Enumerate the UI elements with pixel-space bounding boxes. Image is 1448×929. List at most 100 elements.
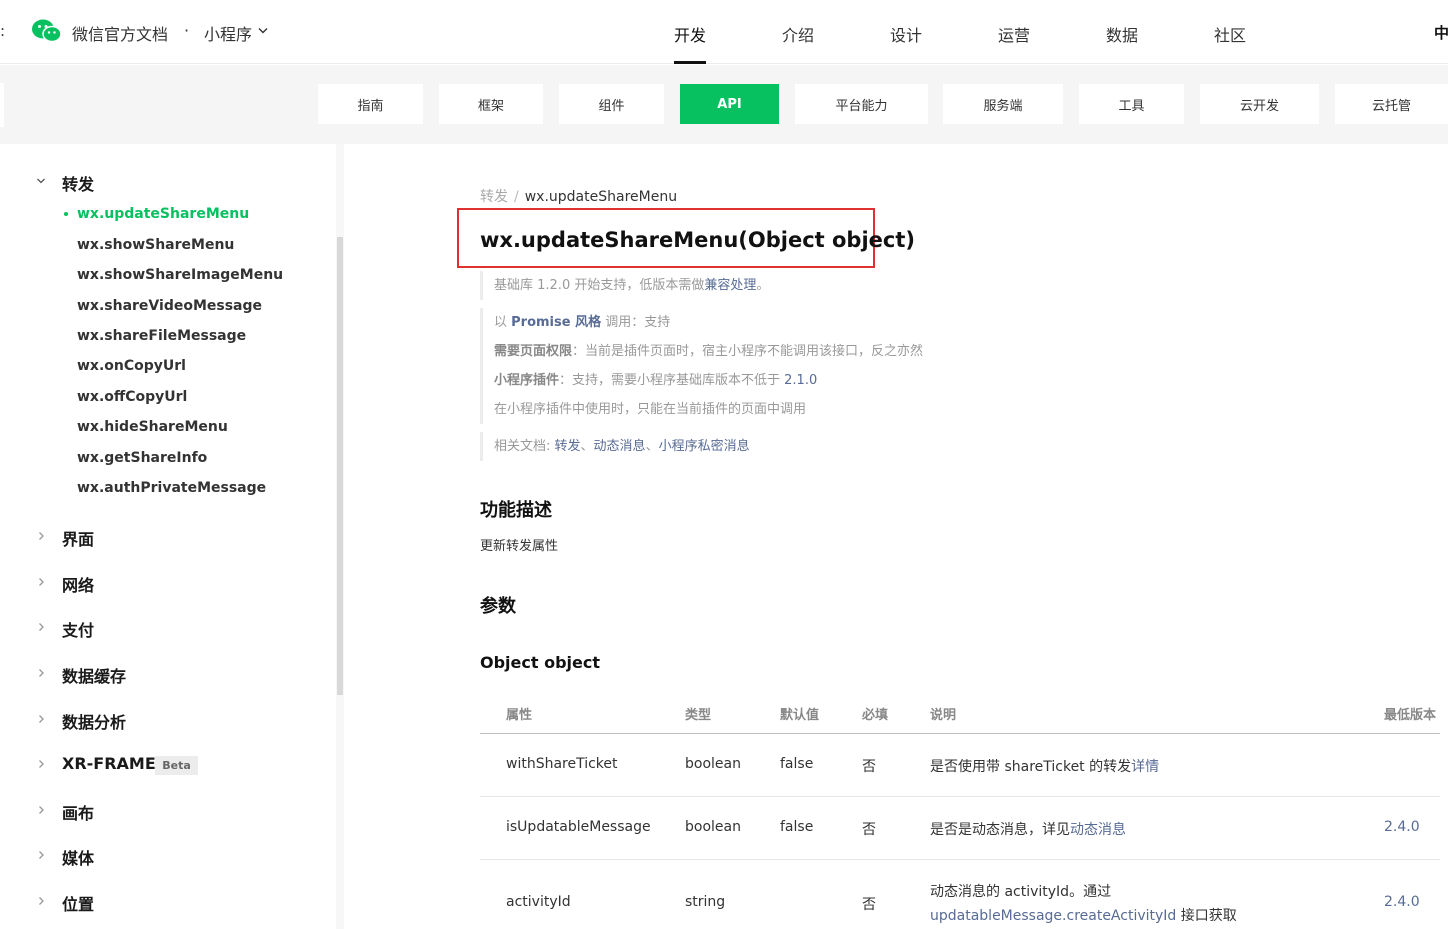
cell-name: isUpdatableMessage <box>506 819 651 835</box>
sidebar-item-show-share-image-menu[interactable]: wx.showShareImageMenu <box>77 267 283 283</box>
chevron-right-icon[interactable] <box>36 714 46 724</box>
cell-description: 动态消息的 activityId。通过 <box>930 881 1111 901</box>
cell-required: 否 <box>862 759 876 775</box>
subtab-cloud-hosting[interactable]: 云托管 <box>1335 84 1448 124</box>
sidebar-group-location[interactable]: 位置 <box>62 891 94 915</box>
chevron-right-icon[interactable] <box>36 668 46 678</box>
capability-note: 以 Promise 风格 调用：支持 需要页面权限：当前是插件页面时，宿主小程序… <box>480 308 923 424</box>
nav-item-dev[interactable]: 开发 <box>674 22 706 46</box>
description-text: 更新转发属性 <box>480 539 559 554</box>
cell-type: string <box>685 894 726 910</box>
perm-label: 需要页面权限 <box>494 344 573 359</box>
related-link-dynamic-message[interactable]: 动态消息 <box>594 439 646 454</box>
create-activity-id-link[interactable]: updatableMessage.createActivityId <box>930 908 1176 924</box>
cell-default: false <box>780 819 814 835</box>
sidebar-group-analytics[interactable]: 数据分析 <box>62 709 126 733</box>
sidebar-group-storage[interactable]: 数据缓存 <box>62 663 126 687</box>
chevron-right-icon[interactable] <box>36 896 46 906</box>
cell-default: false <box>780 756 814 772</box>
cell-required: 否 <box>862 822 876 838</box>
table-header-property: 属性 <box>506 708 533 723</box>
cell-name: withShareTicket <box>506 756 618 772</box>
section-heading-description: 功能描述 <box>480 500 552 521</box>
sidebar-group-canvas[interactable]: 画布 <box>62 800 94 824</box>
plugin-note: 在小程序插件中使用时，只能在当前插件的页面中调用 <box>494 402 807 417</box>
wechat-logo-icon[interactable] <box>32 18 62 44</box>
chevron-right-icon[interactable] <box>36 850 46 860</box>
chevron-down-icon[interactable] <box>258 27 268 35</box>
subtab-guide[interactable]: 指南 <box>318 84 423 124</box>
sidebar-item-on-copy-url[interactable]: wx.onCopyUrl <box>77 358 186 374</box>
promise-suffix: 调用：支持 <box>601 315 671 330</box>
cell-description-line2: updatableMessage.createActivityId 接口获取 <box>930 905 1237 925</box>
sidebar-item-off-copy-url[interactable]: wx.offCopyUrl <box>77 389 187 405</box>
table-header-required: 必填 <box>862 708 889 723</box>
plugin-label: 小程序插件 <box>494 373 560 388</box>
sidebar <box>0 144 336 929</box>
chevron-right-icon[interactable] <box>36 577 46 587</box>
sidebar-group-network[interactable]: 网络 <box>62 572 94 596</box>
nav-item-design[interactable]: 设计 <box>890 22 922 46</box>
product-selector[interactable]: 小程序 <box>204 21 252 45</box>
cell-desc-text: 是否是动态消息，详见 <box>930 822 1070 838</box>
table-row: withShareTicket boolean false 否 是否使用带 sh… <box>480 734 1440 797</box>
nav-item-community[interactable]: 社区 <box>1214 22 1246 46</box>
sidebar-item-get-share-info[interactable]: wx.getShareInfo <box>77 450 207 466</box>
sidebar-item-share-file-message[interactable]: wx.shareFileMessage <box>77 328 246 344</box>
sidebar-item-show-share-menu[interactable]: wx.showShareMenu <box>77 237 234 253</box>
details-link[interactable]: 详情 <box>1131 759 1159 775</box>
chevron-right-icon[interactable] <box>36 531 46 541</box>
table-header-min-version: 最低版本 <box>1384 708 1437 723</box>
compat-link[interactable]: 兼容处理 <box>704 278 756 293</box>
sidebar-item-auth-private-message[interactable]: wx.authPrivateMessage <box>77 480 266 496</box>
promise-style-link[interactable]: Promise 风格 <box>511 315 601 330</box>
chevron-right-icon[interactable] <box>36 759 46 769</box>
breadcrumb-parent[interactable]: 转发 <box>480 189 508 205</box>
cell-desc-text: 动态消息的 activityId。通过 <box>930 884 1112 900</box>
promise-prefix: 以 <box>494 315 512 330</box>
cell-name: activityId <box>506 894 571 910</box>
sidebar-group-payment[interactable]: 支付 <box>62 617 94 641</box>
nav-item-ops[interactable]: 运营 <box>998 22 1030 46</box>
sidebar-group-share[interactable]: 转发 <box>62 171 94 195</box>
table-header-default: 默认值 <box>780 708 820 723</box>
subtab-framework[interactable]: 框架 <box>439 84 543 124</box>
plugin-text: ：支持，需要小程序基础库版本不低于 <box>559 373 785 388</box>
brand-title[interactable]: 微信官方文档 <box>72 21 168 45</box>
chevron-right-icon[interactable] <box>36 622 46 632</box>
sidebar-item-share-video-message[interactable]: wx.shareVideoMessage <box>77 298 262 314</box>
breadcrumb-current: wx.updateShareMenu <box>524 189 678 205</box>
subtab-platform[interactable]: 平台能力 <box>795 84 928 124</box>
table-row: isUpdatableMessage boolean false 否 是否是动态… <box>480 797 1440 860</box>
subtab-api[interactable]: API <box>680 84 779 124</box>
sidebar-group-interface[interactable]: 界面 <box>62 526 94 550</box>
subtab-server[interactable]: 服务端 <box>943 84 1063 124</box>
related-sep: 、 <box>580 439 594 454</box>
related-link-share[interactable]: 转发 <box>555 439 581 454</box>
cell-min-version: 2.4.0 <box>1384 819 1420 835</box>
subtab-components[interactable]: 组件 <box>559 84 664 124</box>
related-link-private-message[interactable]: 小程序私密消息 <box>659 439 750 454</box>
top-header: : 微信官方文档 · 小程序 开发 介绍 设计 运营 数据 社区 中 <box>0 0 1448 64</box>
sidebar-group-media[interactable]: 媒体 <box>62 845 94 869</box>
sidebar-item-update-share-menu[interactable]: wx.updateShareMenu <box>77 206 249 222</box>
language-switch[interactable]: 中 <box>1434 22 1448 43</box>
table-row: activityId string 否 动态消息的 activityId。通过 … <box>480 860 1440 929</box>
header-left-fragment: : <box>0 22 6 40</box>
chevron-right-icon[interactable] <box>36 805 46 815</box>
support-text: 基础库 1.2.0 开始支持，低版本需做 <box>494 278 705 293</box>
sidebar-scrollbar-thumb[interactable] <box>337 237 343 695</box>
subtab-tools[interactable]: 工具 <box>1079 84 1184 124</box>
nav-item-intro[interactable]: 介绍 <box>782 22 814 46</box>
nav-active-indicator <box>674 61 706 64</box>
nav-item-data[interactable]: 数据 <box>1106 22 1138 46</box>
sidebar-group-xr-frame[interactable]: XR-FRAME <box>62 754 156 773</box>
cell-min-version: 2.4.0 <box>1384 894 1420 910</box>
cell-description: 是否是动态消息，详见动态消息 <box>930 819 1126 839</box>
section-heading-object: Object object <box>480 653 601 672</box>
dynamic-message-link[interactable]: 动态消息 <box>1070 822 1126 838</box>
breadcrumb-separator: / <box>514 189 519 205</box>
chevron-down-icon[interactable] <box>36 176 46 186</box>
sidebar-item-hide-share-menu[interactable]: wx.hideShareMenu <box>77 419 228 435</box>
subtab-cloud-dev[interactable]: 云开发 <box>1200 84 1319 124</box>
